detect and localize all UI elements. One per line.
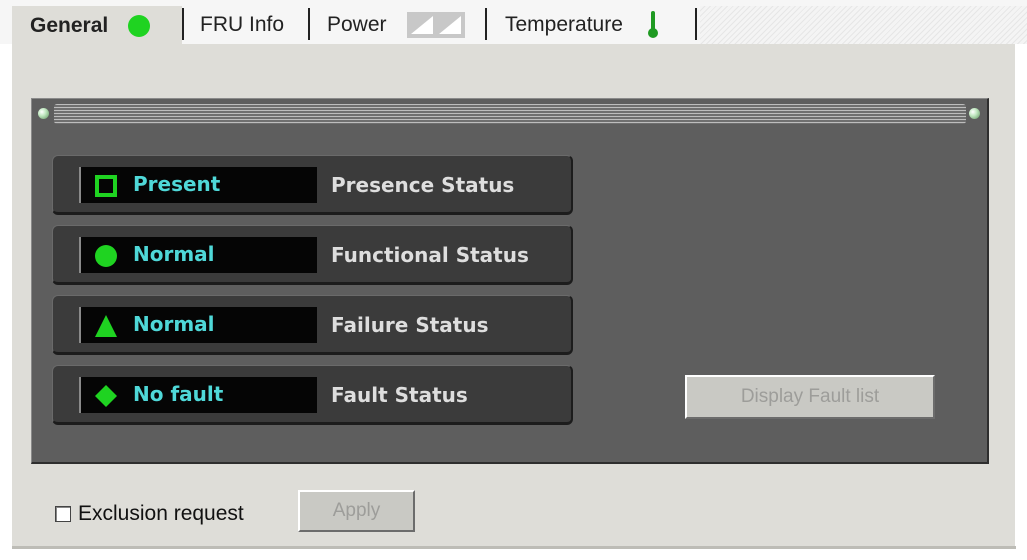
green-circle-icon — [128, 15, 151, 37]
tab-strip: General FRU Info Power Temperature — [0, 0, 1027, 46]
presence-status-label: Presence Status — [331, 173, 515, 197]
tab-power[interactable]: Power — [327, 6, 465, 44]
tab-general[interactable]: General — [12, 6, 182, 46]
presence-status-value-well: Present — [79, 167, 317, 203]
screw-icon — [969, 108, 980, 119]
green-triangle-icon — [95, 315, 117, 337]
exclusion-request-option[interactable]: Exclusion request — [55, 502, 244, 526]
green-diamond-icon — [95, 385, 117, 407]
tab-separator — [485, 8, 487, 40]
failure-status-label: Failure Status — [331, 313, 489, 337]
status-panel: Present Presence Status Normal Functiona… — [31, 98, 989, 464]
functional-status-value: Normal — [133, 242, 215, 266]
tab-general-label: General — [30, 14, 109, 37]
screw-icon — [38, 108, 49, 119]
square-outline-icon — [95, 175, 117, 197]
tab-power-label: Power — [327, 13, 387, 36]
exclusion-request-checkbox[interactable] — [55, 506, 71, 522]
tab-temperature-label: Temperature — [505, 13, 623, 36]
exclusion-request-label: Exclusion request — [78, 502, 244, 525]
functional-status-value-well: Normal — [79, 237, 317, 273]
green-circle-icon — [95, 245, 117, 267]
tab-separator — [308, 8, 310, 40]
failure-status-value: Normal — [133, 312, 215, 336]
failure-status-row: Normal Failure Status — [52, 295, 573, 355]
tab-separator — [695, 8, 697, 40]
functional-status-label: Functional Status — [331, 243, 529, 267]
fault-status-row: No fault Fault Status — [52, 365, 573, 425]
presence-status-value: Present — [133, 172, 221, 196]
tab-fru-info-label: FRU Info — [200, 13, 285, 36]
tabstrip-background — [700, 6, 1027, 44]
display-fault-list-button[interactable]: Display Fault list — [685, 375, 935, 419]
failure-status-value-well: Normal — [79, 307, 317, 343]
content-shadow — [12, 546, 1016, 549]
tab-temperature[interactable]: Temperature — [505, 6, 659, 44]
panel-rail — [54, 104, 966, 124]
fault-status-value: No fault — [133, 382, 224, 406]
presence-status-row: Present Presence Status — [52, 155, 573, 215]
fault-status-label: Fault Status — [331, 383, 468, 407]
apply-button[interactable]: Apply — [298, 490, 415, 532]
fault-status-value-well: No fault — [79, 377, 317, 413]
functional-status-row: Normal Functional Status — [52, 225, 573, 285]
tab-separator — [182, 8, 184, 40]
thermometer-icon — [647, 11, 658, 38]
power-unknown-icon — [406, 12, 465, 38]
tab-fru-info[interactable]: FRU Info — [200, 6, 284, 44]
